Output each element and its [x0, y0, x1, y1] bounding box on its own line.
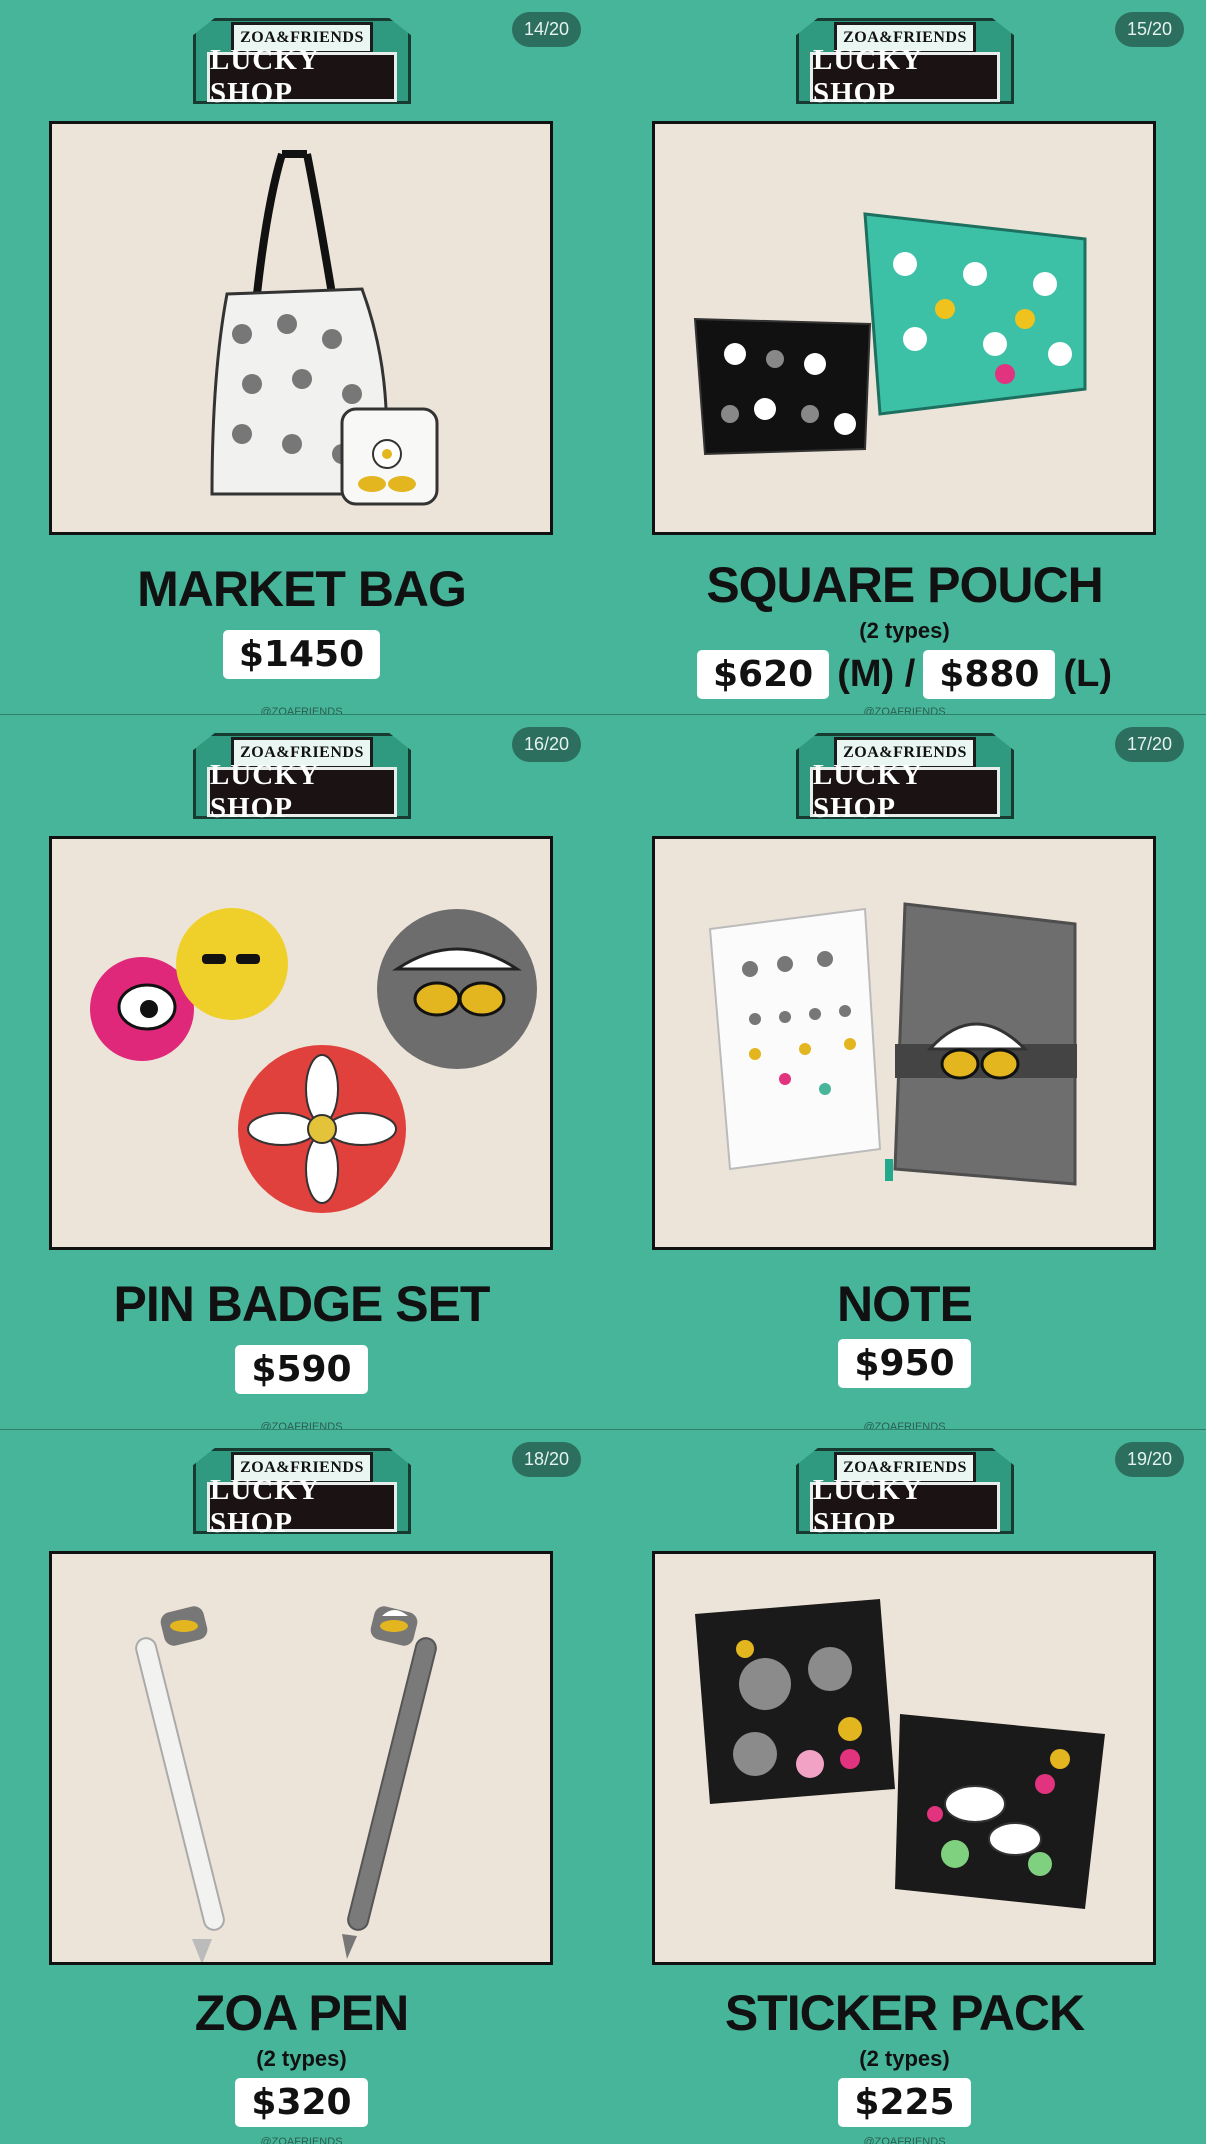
price-tag-m: $620: [696, 650, 830, 699]
lucky-shop-logo: ZOA&FRIENDS LUCKY SHOP: [193, 733, 411, 824]
price-tag: $590: [235, 1345, 368, 1394]
price-row: $320: [0, 2078, 603, 2127]
price-row: $590: [0, 1345, 603, 1394]
pin-badge-photo: [49, 836, 553, 1250]
zoa-pen-illustration: [52, 1554, 550, 1962]
page-badge: 14/20: [511, 12, 581, 47]
footer-handle: @ZOAFRIENDS: [863, 706, 946, 714]
logo-main-text: LUCKY SHOP: [207, 1474, 397, 1539]
price-row: $950: [603, 1339, 1206, 1388]
logo-main-text: LUCKY SHOP: [810, 759, 1000, 824]
sticker-pack-illustration: [655, 1554, 1153, 1962]
price-unit-l: (L): [1063, 653, 1112, 695]
lucky-shop-logo: ZOA&FRIENDS LUCKY SHOP: [796, 733, 1014, 824]
market-bag-photo: [49, 121, 553, 535]
row-divider: [0, 1429, 1206, 1430]
page-badge: 18/20: [511, 1442, 581, 1477]
footer-handle: @ZOAFRIENDS: [260, 2136, 343, 2144]
footer-handle: @ZOAFRIENDS: [260, 706, 343, 714]
product-subtitle: (2 types): [256, 2046, 347, 2071]
product-card-market-bag[interactable]: ZOA&FRIENDS LUCKY SHOP 14/20 MARKET BAG …: [0, 0, 603, 714]
price-tag: $950: [838, 1339, 971, 1388]
product-title: ZOA PEN: [194, 1985, 409, 2041]
price-tag-l: $880: [923, 650, 1056, 699]
note-illustration: [655, 839, 1153, 1247]
logo-main-text: LUCKY SHOP: [810, 44, 1000, 109]
pin-badge-illustration: [52, 839, 550, 1247]
footer-handle: @ZOAFRIENDS: [260, 1421, 343, 1429]
price-tag: $1450: [222, 630, 381, 679]
zoa-pen-photo: [49, 1551, 553, 1965]
product-title: SQUARE POUCH: [706, 557, 1103, 613]
lucky-shop-logo: ZOA&FRIENDS LUCKY SHOP: [193, 18, 411, 109]
lucky-shop-logo: ZOA&FRIENDS LUCKY SHOP: [796, 18, 1014, 109]
product-subtitle: (2 types): [859, 2046, 950, 2071]
price-row: $1450: [0, 630, 603, 679]
page-badge: 17/20: [1114, 727, 1184, 762]
sticker-pack-photo: [652, 1551, 1156, 1965]
page-badge: 19/20: [1114, 1442, 1184, 1477]
product-subtitle: (2 types): [859, 618, 950, 643]
price-tag: $320: [235, 2078, 368, 2127]
square-pouch-photo: [652, 121, 1156, 535]
product-card-pin-badge-set[interactable]: ZOA&FRIENDS LUCKY SHOP 16/20 PIN BADGE S…: [0, 715, 603, 1429]
product-card-zoa-pen[interactable]: ZOA&FRIENDS LUCKY SHOP 18/20 ZOA PEN (2 …: [0, 1430, 603, 2144]
note-photo: [652, 836, 1156, 1250]
footer-handle: @ZOAFRIENDS: [863, 2136, 946, 2144]
product-card-sticker-pack[interactable]: ZOA&FRIENDS LUCKY SHOP 19/20 STICKER PAC…: [603, 1430, 1206, 2144]
footer-handle: @ZOAFRIENDS: [863, 1421, 946, 1429]
page-badge: 15/20: [1114, 12, 1184, 47]
product-grid: ZOA&FRIENDS LUCKY SHOP 14/20 MARKET BAG …: [0, 0, 1206, 2144]
lucky-shop-logo: ZOA&FRIENDS LUCKY SHOP: [796, 1448, 1014, 1539]
market-bag-illustration: [52, 124, 550, 532]
price-row: $225: [603, 2078, 1206, 2127]
product-title: PIN BADGE SET: [113, 1276, 491, 1332]
product-card-square-pouch[interactable]: ZOA&FRIENDS LUCKY SHOP 15/20 SQUARE POUC…: [603, 0, 1206, 714]
price-row: $620 (M) / $880 (L): [603, 650, 1206, 699]
product-title: STICKER PACK: [724, 1985, 1085, 2041]
row-divider: [0, 714, 1206, 715]
lucky-shop-logo: ZOA&FRIENDS LUCKY SHOP: [193, 1448, 411, 1539]
product-title: MARKET BAG: [137, 561, 467, 617]
product-card-note[interactable]: ZOA&FRIENDS LUCKY SHOP 17/20 NOTE $950 @…: [603, 715, 1206, 1429]
price-unit-m: (M) /: [837, 653, 916, 695]
logo-main-text: LUCKY SHOP: [207, 44, 397, 109]
square-pouch-illustration: [655, 124, 1153, 532]
logo-main-text: LUCKY SHOP: [207, 759, 397, 824]
logo-main-text: LUCKY SHOP: [810, 1474, 1000, 1539]
page-badge: 16/20: [511, 727, 581, 762]
product-title: NOTE: [837, 1276, 973, 1332]
price-tag: $225: [838, 2078, 971, 2127]
